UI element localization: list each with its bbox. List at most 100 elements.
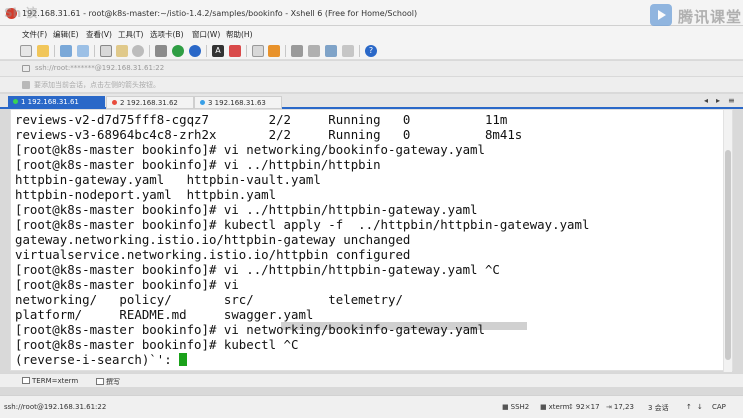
toolbar: A ? [0, 42, 743, 60]
toolbar-separator [149, 45, 150, 57]
caps-lock-indicator: CAP [712, 403, 726, 411]
terminal-line: gateway.networking.istio.io/httpbin-gate… [15, 232, 411, 247]
terminal-area[interactable]: reviews-v2-d7d75fff8-cgqz7 2/2 Running 0… [10, 109, 733, 372]
toolbar-separator [94, 45, 95, 57]
layout-icon[interactable] [229, 45, 241, 57]
status-dot-icon [112, 100, 117, 105]
new-session-icon[interactable] [20, 45, 32, 57]
tab-menu-icon[interactable]: ≡ [728, 96, 735, 105]
find-icon[interactable] [132, 45, 144, 57]
toolbar-separator [246, 45, 247, 57]
lock-icon: ■ [502, 403, 509, 411]
properties-icon[interactable] [172, 45, 184, 57]
notice-text: 要添加当前会话，点击左侧的箭头按钮。 [34, 81, 160, 89]
lock-icon[interactable] [268, 45, 280, 57]
menu-bar: 文件(F) 编辑(E) 查看(V) 工具(T) 选项卡(B) 窗口(W) 帮助(… [0, 26, 743, 42]
terminal-line: platform/ README.md swagger.yaml [15, 307, 314, 322]
size-icon: ↕ [568, 403, 574, 411]
status-term: ■ xterm [540, 403, 570, 411]
status-session: ssh://root@192.168.31.61:22 [4, 403, 107, 411]
compose-icon[interactable] [252, 45, 264, 57]
terminal-icon [22, 377, 30, 384]
terminal-line: [root@k8s-master bookinfo]# kubectl appl… [15, 217, 590, 232]
open-folder-icon[interactable] [37, 45, 49, 57]
menu-view[interactable]: 查看(V) [86, 29, 112, 40]
compose-icon [96, 378, 104, 385]
tab-label: 3 192.168.31.63 [208, 99, 266, 107]
status-dot-icon [13, 99, 18, 104]
terminal-line: [root@k8s-master bookinfo]# vi ../httpbi… [15, 202, 478, 217]
font-icon[interactable]: A [212, 45, 224, 57]
connect-icon[interactable] [60, 45, 72, 57]
terminal-icon: ■ [540, 403, 547, 411]
print-icon[interactable] [155, 45, 167, 57]
terminal-line: [root@k8s-master bookinfo]# vi [15, 277, 239, 292]
term-selector[interactable]: TERM=xterm [22, 377, 78, 385]
status-dot-icon [200, 100, 205, 105]
terminal-line: [root@k8s-master bookinfo]# vi ../httpbi… [15, 157, 381, 172]
terminal-line: [root@k8s-master bookinfo]# vi ../httpbi… [15, 262, 500, 277]
tab-next-icon[interactable]: ▸ [716, 96, 720, 105]
tab-session-2[interactable]: 2 192.168.31.62 [106, 96, 194, 109]
term-label: TERM=xterm [32, 377, 79, 385]
tab-session-3[interactable]: 3 192.168.31.63 [194, 96, 282, 109]
terminal-line: networking/ policy/ src/ telemetry/ [15, 292, 403, 307]
notice-bar: 要添加当前会话，点击左侧的箭头按钮。 [0, 77, 743, 92]
script-icon[interactable] [342, 45, 354, 57]
compose-bar: TERM=xterm 撰写 [0, 373, 743, 387]
toolbar-separator [285, 45, 286, 57]
scroll-up-icon[interactable]: ↑ [686, 403, 692, 411]
scrollbar-thumb[interactable] [725, 150, 731, 360]
address-bar[interactable]: ssh://root:*******@192.168.31.61:22 [0, 61, 743, 76]
status-sessions: 3 会话 [648, 404, 669, 412]
terminal-line: [root@k8s-master bookinfo]# vi networkin… [15, 142, 485, 157]
tab-prev-icon[interactable]: ◂ [704, 96, 708, 105]
fullscreen-icon[interactable] [325, 45, 337, 57]
help-icon[interactable]: ? [365, 45, 377, 57]
paste-icon[interactable] [116, 45, 128, 57]
menu-edit[interactable]: 编辑(E) [53, 29, 79, 40]
toolbar-separator [54, 45, 55, 57]
menu-window[interactable]: 窗口(W) [192, 29, 220, 40]
terminal-line: httpbin-nodeport.yaml httpbin.yaml [15, 187, 277, 202]
watermark-right: 腾讯课堂 [678, 8, 743, 26]
terminal-cursor [179, 353, 188, 366]
tab-label: 1 192.168.31.61 [21, 98, 79, 106]
terminal-prompt-line[interactable]: (reverse-i-search)`': [15, 352, 188, 367]
reconnect-icon[interactable] [77, 45, 89, 57]
terminal-scrollbar[interactable] [723, 110, 732, 372]
terminal-line: httpbin-gateway.yaml httpbin-vault.yaml [15, 172, 321, 187]
watermark-left: Sh 该 [4, 6, 38, 20]
menu-tabs[interactable]: 选项卡(B) [150, 29, 184, 40]
menu-help[interactable]: 帮助(H) [226, 29, 253, 40]
color-scheme-icon[interactable] [189, 45, 201, 57]
compose-button[interactable]: 撰写 [96, 377, 120, 387]
address-field[interactable]: ssh://root:*******@192.168.31.61:22 [35, 64, 164, 72]
copy-icon[interactable] [100, 45, 112, 57]
terminal-line: reviews-v3-68964bc4c8-zrh2x 2/2 Running … [15, 127, 523, 142]
scroll-down-icon[interactable]: ↓ [697, 403, 703, 411]
status-position: ⇥ 17,23 [606, 403, 634, 411]
arrow-icon[interactable] [22, 81, 30, 89]
title-bar: 192.168.31.61 - root@k8s-master:~/istio-… [0, 0, 743, 26]
session-icon [22, 65, 30, 72]
tab-label: 2 192.168.31.62 [120, 99, 178, 107]
cursor-position-icon: ⇥ [606, 403, 612, 411]
terminal-line: [root@k8s-master bookinfo]# vi networkin… [15, 322, 485, 337]
terminal-line: virtualservice.networking.istio.io/httpb… [15, 247, 411, 262]
status-size: ↕ 92×17 [568, 403, 600, 411]
menu-tools[interactable]: 工具(T) [118, 29, 143, 40]
menu-file[interactable]: 文件(F) [22, 29, 47, 40]
tab-session-1[interactable]: 1 192.168.31.61 [8, 96, 105, 109]
tab-bar: 1 192.168.31.61 2 192.168.31.62 3 192.16… [0, 94, 743, 109]
toolbar-separator [206, 45, 207, 57]
status-protocol: ■ SSH2 [502, 403, 530, 411]
terminal-line: [root@k8s-master bookinfo]# kubectl ^C [15, 337, 299, 352]
status-bar: ssh://root@192.168.31.61:22 ■ SSH2 ■ xterm… [0, 395, 743, 418]
terminal-line: reviews-v2-d7d75fff8-cgqz7 2/2 Running 0… [15, 112, 508, 127]
play-logo-icon [650, 4, 672, 26]
compose-label: 撰写 [106, 378, 120, 386]
transfer-icon[interactable] [308, 45, 320, 57]
window-title: 192.168.31.61 - root@k8s-master:~/istio-… [22, 9, 418, 18]
tunnel-icon[interactable] [291, 45, 303, 57]
